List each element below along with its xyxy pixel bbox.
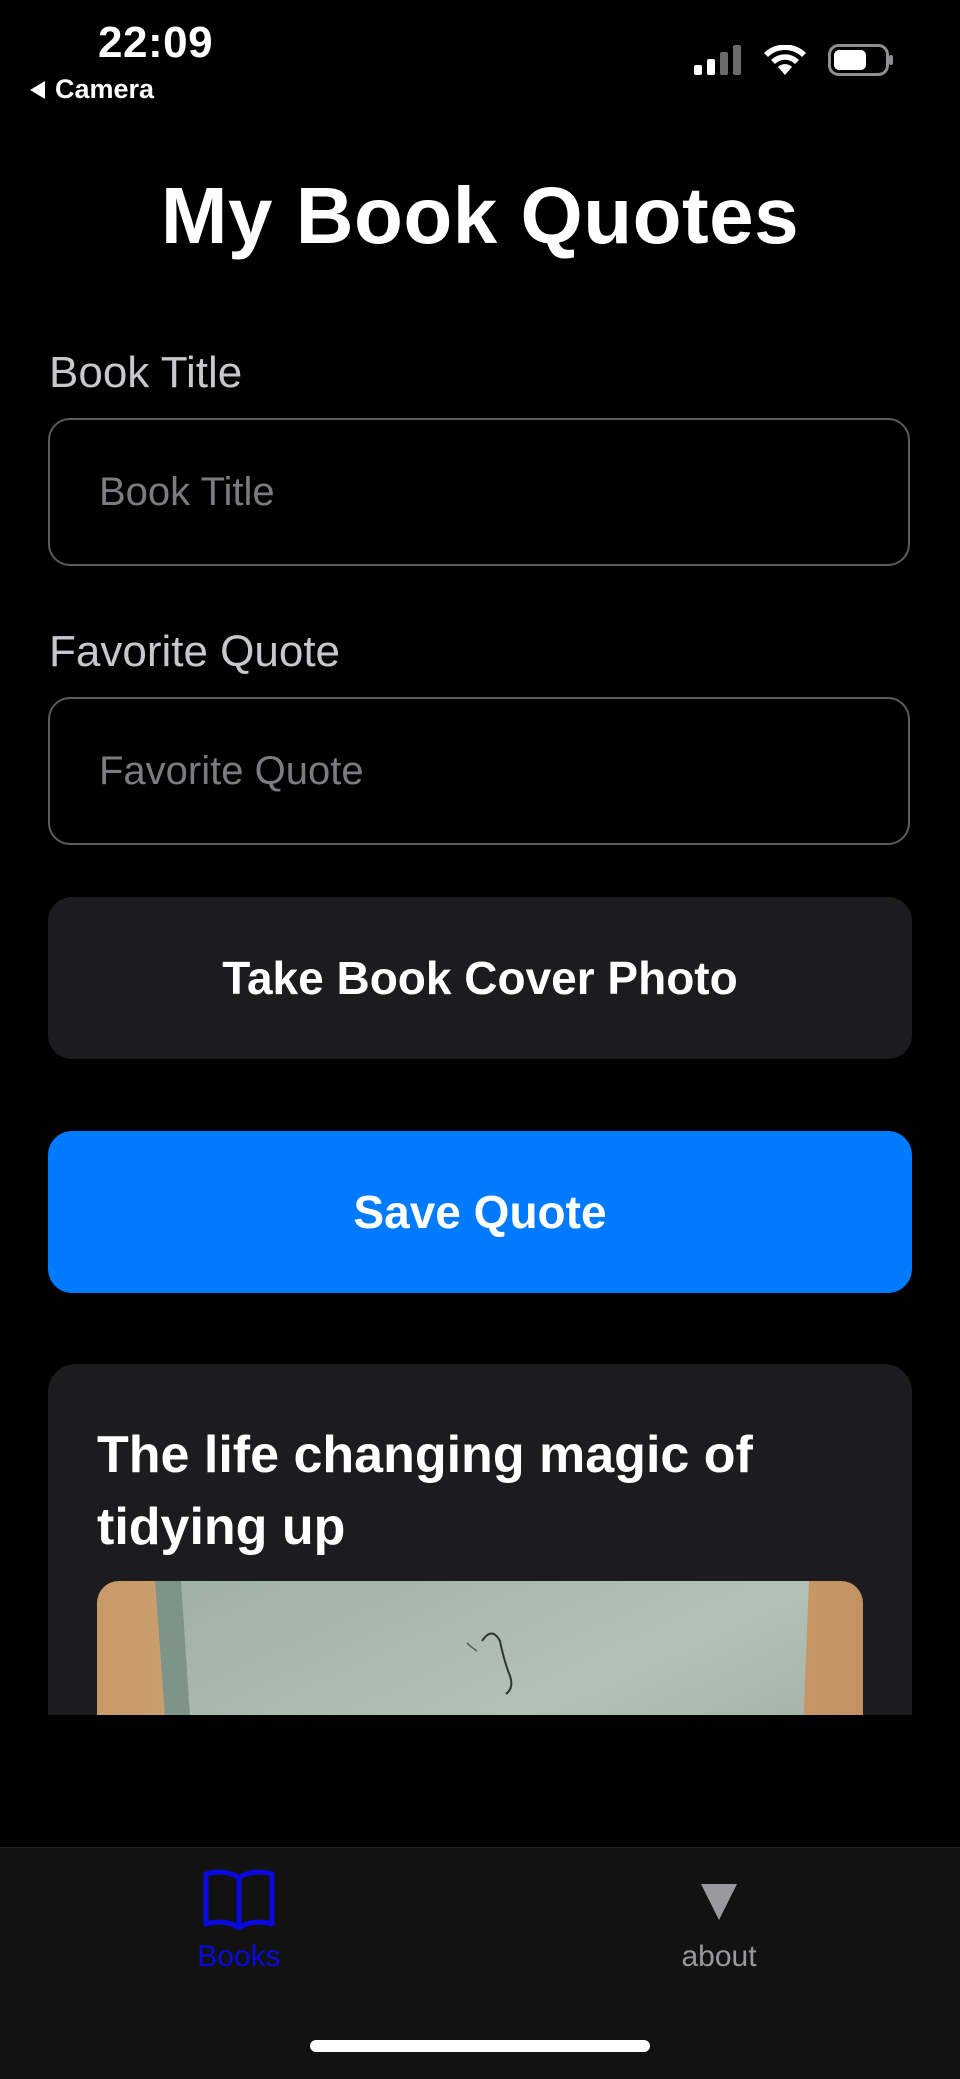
quote-card[interactable]: The life changing magic of tidying up bbox=[48, 1364, 912, 1715]
quote-card-book-title: The life changing magic of tidying up bbox=[97, 1426, 753, 1556]
page-title: My Book Quotes bbox=[160, 171, 800, 260]
battery-icon bbox=[828, 44, 893, 76]
tab-about[interactable]: about bbox=[619, 1868, 819, 1974]
save-quote-button[interactable]: Save Quote bbox=[48, 1131, 912, 1293]
quotes-list[interactable]: The life changing magic of tidying up bbox=[48, 1364, 912, 1715]
favorite-quote-input[interactable] bbox=[48, 697, 910, 845]
app-screen: 22:09 Camera My Book Quotes Book Title F… bbox=[0, 0, 960, 2079]
tab-books[interactable]: Books bbox=[139, 1868, 339, 1974]
home-indicator[interactable] bbox=[310, 2040, 650, 2052]
book-cover-image bbox=[97, 1581, 863, 1715]
back-arrow-icon bbox=[30, 80, 45, 99]
tab-about-label: about bbox=[681, 1940, 757, 1973]
take-cover-photo-button[interactable]: Take Book Cover Photo bbox=[48, 897, 912, 1059]
book-title-label: Book Title bbox=[49, 348, 243, 397]
book-title-input[interactable] bbox=[48, 418, 910, 566]
book-cover-photo bbox=[97, 1581, 863, 1715]
back-label: Camera bbox=[55, 74, 155, 104]
favorite-quote-label: Favorite Quote bbox=[49, 627, 341, 676]
triangle-down-icon bbox=[701, 1884, 737, 1920]
tab-books-label: Books bbox=[197, 1940, 281, 1973]
back-to-camera-link[interactable]: Camera bbox=[30, 74, 154, 105]
status-icons bbox=[694, 44, 894, 76]
wifi-icon bbox=[764, 45, 806, 75]
status-time: 22:09 bbox=[98, 18, 214, 67]
book-icon bbox=[203, 1869, 275, 1930]
signal-icon bbox=[694, 45, 741, 75]
